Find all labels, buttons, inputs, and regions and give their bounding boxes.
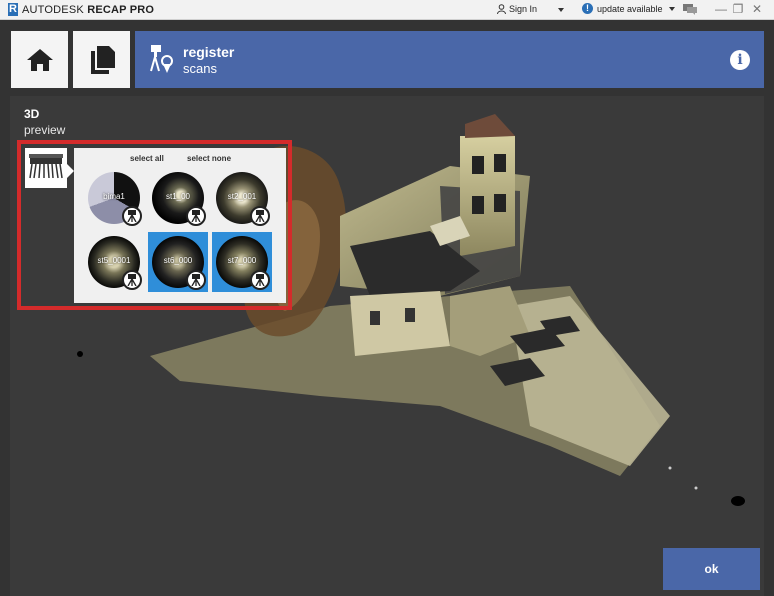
scan-label: st2_001 — [227, 192, 257, 201]
scan-label: st1_00 — [165, 192, 191, 201]
register-scans-banner: register scans i — [135, 31, 764, 88]
copy-icon — [90, 45, 115, 74]
minimize-button[interactable]: — — [714, 2, 728, 16]
scan-tile[interactable]: st1_00 — [148, 168, 208, 228]
update-label: update available — [597, 3, 663, 14]
select-all-link[interactable]: select all — [130, 154, 164, 163]
view-mode-subtitle: preview — [24, 123, 66, 137]
user-icon — [497, 4, 506, 14]
app-name-bold: RECAP PRO — [87, 4, 155, 16]
chevron-down-icon[interactable] — [558, 8, 564, 12]
scan-tile[interactable]: st5_0001 — [84, 232, 144, 292]
close-button[interactable]: ✕ — [750, 2, 764, 16]
scanner-icon[interactable] — [122, 206, 142, 226]
register-scans-icon — [150, 45, 173, 73]
recap-logo: R — [8, 3, 18, 16]
scanner-icon[interactable] — [250, 206, 270, 226]
home-button[interactable] — [11, 31, 68, 88]
title-bar: R AUTODESK RECAP PRO Sign In ! update av… — [0, 0, 774, 20]
scanner-icon[interactable] — [122, 270, 142, 290]
scan-label: st5_0001 — [97, 256, 131, 265]
sign-in-label: Sign In — [509, 4, 538, 14]
scan-tile[interactable]: bima1 — [84, 168, 144, 228]
select-none-link[interactable]: select none — [187, 154, 231, 163]
chat-icon[interactable] — [683, 4, 697, 15]
scanner-icon[interactable] — [250, 270, 270, 290]
app-name-light: AUTODESK — [22, 4, 84, 16]
scan-tile-selected[interactable]: st7_000 — [212, 232, 272, 292]
ok-button[interactable]: ok — [663, 548, 760, 590]
projects-button[interactable] — [73, 31, 130, 88]
info-icon[interactable]: i — [730, 50, 750, 70]
restore-button[interactable]: ❐ — [731, 2, 745, 16]
scan-tile[interactable]: st2_001 — [212, 168, 272, 228]
scan-label: st7_000 — [227, 256, 257, 265]
update-available-button[interactable]: ! update available — [582, 3, 675, 14]
scan-label: bima1 — [103, 192, 125, 201]
page-subtitle: scans — [183, 61, 217, 76]
update-alert-icon: ! — [582, 3, 593, 14]
chevron-down-icon — [668, 6, 675, 11]
view-mode-title: 3D — [24, 107, 40, 121]
home-icon — [26, 48, 53, 71]
page-title: register — [183, 44, 235, 60]
recap-window: R AUTODESK RECAP PRO Sign In ! update av… — [0, 0, 774, 596]
scan-tile-selected[interactable]: st6_000 — [148, 232, 208, 292]
scan-label: st6_000 — [163, 256, 193, 265]
scan-group-thumbnail[interactable] — [25, 148, 74, 188]
scan-selection-panel: select all select none bima1 st1_00 st2_… — [74, 148, 286, 303]
sign-in-button[interactable]: Sign In — [497, 4, 537, 14]
app-name: AUTODESK RECAP PRO — [22, 4, 154, 16]
scanner-icon[interactable] — [186, 270, 206, 290]
scanner-icon[interactable] — [186, 206, 206, 226]
scan-group-icon — [29, 154, 63, 179]
